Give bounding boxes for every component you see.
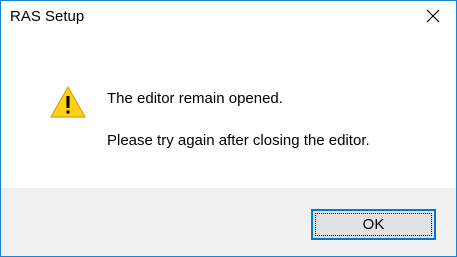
- ok-button[interactable]: OK: [311, 209, 436, 240]
- title-bar[interactable]: RAS Setup: [1, 1, 456, 31]
- close-button[interactable]: [410, 1, 456, 31]
- ok-button-label: OK: [362, 216, 385, 233]
- message-line-1: The editor remain opened.: [107, 90, 283, 107]
- message-dialog: RAS Setup The editor remain opened. Plea…: [0, 0, 457, 257]
- window-title: RAS Setup: [10, 8, 85, 25]
- warning-icon: [50, 86, 86, 118]
- message-area: The editor remain opened. Please try aga…: [1, 31, 456, 188]
- close-icon: [426, 9, 440, 23]
- message-line-2: Please try again after closing the edito…: [107, 132, 370, 149]
- button-bar: OK: [1, 188, 456, 256]
